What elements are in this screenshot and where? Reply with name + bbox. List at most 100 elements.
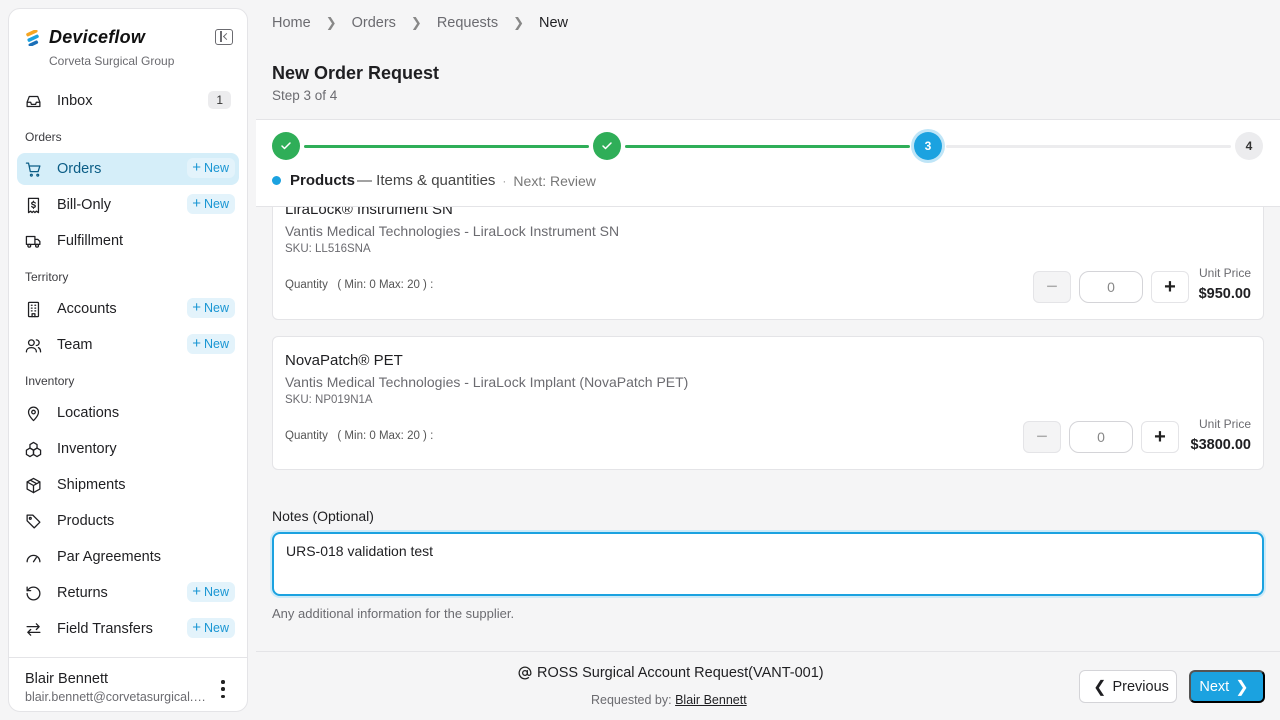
requested-by: Requested by: Blair Bennett xyxy=(591,693,747,707)
breadcrumb: Home ❯ Orders ❯ Requests ❯ New xyxy=(272,15,568,31)
sidebar-item-inventory[interactable]: Inventory xyxy=(17,433,239,465)
step-separator: · xyxy=(502,173,507,188)
sidebar-item-inbox[interactable]: Inbox 1 xyxy=(17,85,239,117)
quantity-input[interactable]: 0 xyxy=(1069,421,1133,453)
previous-button[interactable]: ❮ Previous xyxy=(1079,670,1177,703)
collapse-sidebar-icon[interactable] xyxy=(215,29,233,45)
new-order-button[interactable]: + New xyxy=(187,158,235,178)
product-list: LiraLock® Instrument SN Vantis Medical T… xyxy=(256,207,1280,651)
current-step-description: — Items & quantities xyxy=(357,172,496,189)
sidebar-item-accounts[interactable]: Accounts + New xyxy=(17,293,239,325)
sidebar-item-label: Locations xyxy=(57,405,120,421)
quantity-input[interactable]: 0 xyxy=(1079,271,1143,303)
breadcrumb-orders[interactable]: Orders xyxy=(352,15,396,31)
decrease-quantity-button[interactable]: − xyxy=(1023,421,1061,453)
quantity-label: Quantity ( Min: 0 Max: 20 ) : xyxy=(285,279,434,291)
sidebar-item-label: Products xyxy=(57,513,115,529)
page-step: Step 3 of 4 xyxy=(272,88,338,103)
account-request: ROSS Surgical Account Request(VANT-001) xyxy=(518,665,824,681)
step-connector xyxy=(625,145,910,148)
brand[interactable]: Deviceflow xyxy=(25,27,145,48)
inbox-count-badge: 1 xyxy=(208,91,231,109)
product-vendor: Vantis Medical Technologies - LiraLock I… xyxy=(285,223,620,239)
requested-by-user[interactable]: Blair Bennett xyxy=(675,693,747,707)
unit-price-value: $950.00 xyxy=(1198,286,1251,302)
arrows-left-right-icon xyxy=(25,621,42,638)
new-label: New xyxy=(203,621,229,635)
new-account-button[interactable]: + New xyxy=(187,298,235,318)
form-footer: ROSS Surgical Account Request(VANT-001) … xyxy=(256,651,1280,720)
cart-icon xyxy=(25,161,42,178)
step-connector xyxy=(304,145,589,148)
new-bill-only-button[interactable]: + New xyxy=(187,194,235,214)
notes-help-text: Any additional information for the suppl… xyxy=(272,606,515,621)
notes-textarea[interactable]: URS-018 validation test xyxy=(272,532,1264,596)
sidebar-item-par-agreements[interactable]: Par Agreements xyxy=(17,541,239,573)
next-button[interactable]: Next ❯ xyxy=(1189,670,1265,703)
sidebar-item-label: Bill-Only xyxy=(57,197,111,213)
section-orders: Orders xyxy=(25,130,62,144)
user-profile[interactable]: Blair Bennett blair.bennett@corvetasurgi… xyxy=(9,657,247,711)
deviceflow-logo-icon xyxy=(25,28,41,47)
new-label: New xyxy=(203,585,229,599)
section-inventory: Inventory xyxy=(25,374,75,388)
package-icon xyxy=(25,477,42,494)
step-3-current[interactable]: 3 xyxy=(914,132,942,160)
step-connector xyxy=(946,145,1231,148)
new-label: New xyxy=(203,161,229,175)
stepper: 3 4 Products — Items & quantities · Next… xyxy=(256,119,1280,207)
new-field-transfer-button[interactable]: + New xyxy=(187,618,235,638)
new-team-button[interactable]: + New xyxy=(187,334,235,354)
sidebar-item-products[interactable]: Products xyxy=(17,505,239,537)
next-label: Next xyxy=(1199,678,1230,695)
breadcrumb-current: New xyxy=(539,15,569,31)
sidebar-item-label: Fulfillment xyxy=(57,233,124,249)
inbox-icon xyxy=(25,93,42,110)
sidebar-item-label: Par Agreements xyxy=(57,549,161,565)
sidebar-item-label: Shipments xyxy=(57,477,126,493)
product-sku: SKU: LL516SNA xyxy=(285,243,371,255)
sidebar-item-team[interactable]: Team + New xyxy=(17,329,239,361)
current-step-title: Products xyxy=(290,172,356,189)
chevron-left-icon: ❮ xyxy=(1093,678,1107,696)
sidebar-item-label: Team xyxy=(57,337,93,353)
sidebar-item-field-transfers[interactable]: Field Transfers + New xyxy=(17,613,239,645)
organization-name: Corveta Surgical Group xyxy=(49,54,175,68)
sidebar-item-returns[interactable]: Returns + New xyxy=(17,577,239,609)
sidebar-item-fulfillment[interactable]: Fulfillment xyxy=(17,225,239,257)
new-label: New xyxy=(203,301,229,315)
breadcrumb-requests[interactable]: Requests xyxy=(437,15,498,31)
more-vertical-icon[interactable] xyxy=(215,680,231,698)
sidebar-item-label: Inbox xyxy=(57,93,93,109)
section-territory: Territory xyxy=(25,270,69,284)
account-request-name: ROSS Surgical Account Request(VANT-001) xyxy=(537,665,824,681)
product-card: LiraLock® Instrument SN Vantis Medical T… xyxy=(272,207,1264,320)
decrease-quantity-button[interactable]: − xyxy=(1033,271,1071,303)
chevron-right-icon: ❯ xyxy=(325,15,337,30)
increase-quantity-button[interactable]: + xyxy=(1141,421,1179,453)
increase-quantity-button[interactable]: + xyxy=(1151,271,1189,303)
step-2-complete[interactable] xyxy=(593,132,621,160)
at-sign-icon xyxy=(518,666,532,680)
user-name: Blair Bennett xyxy=(25,671,109,687)
boxes-icon xyxy=(25,441,42,458)
new-return-button[interactable]: + New xyxy=(187,582,235,602)
step-1-complete[interactable] xyxy=(272,132,300,160)
next-step-hint: Next: Review xyxy=(513,172,596,189)
gauge-icon xyxy=(25,549,42,566)
sidebar-item-bill-only[interactable]: Bill-Only + New xyxy=(17,189,239,221)
sidebar-item-label: Orders xyxy=(57,161,102,177)
unit-price-label: Unit Price xyxy=(1198,417,1251,431)
building-icon xyxy=(25,301,42,318)
chevron-right-icon: ❯ xyxy=(1235,678,1249,696)
sidebar-item-shipments[interactable]: Shipments xyxy=(17,469,239,501)
sidebar-item-label: Inventory xyxy=(57,441,117,457)
sidebar-item-orders[interactable]: Orders + New xyxy=(17,153,239,185)
breadcrumb-home[interactable]: Home xyxy=(272,15,311,31)
step-4[interactable]: 4 xyxy=(1235,132,1263,160)
previous-label: Previous xyxy=(1112,678,1169,695)
quantity-label: Quantity ( Min: 0 Max: 20 ) : xyxy=(285,430,434,442)
sidebar-item-locations[interactable]: Locations xyxy=(17,397,239,429)
requested-by-label: Requested by: xyxy=(591,693,672,707)
current-step-dot xyxy=(272,176,281,185)
